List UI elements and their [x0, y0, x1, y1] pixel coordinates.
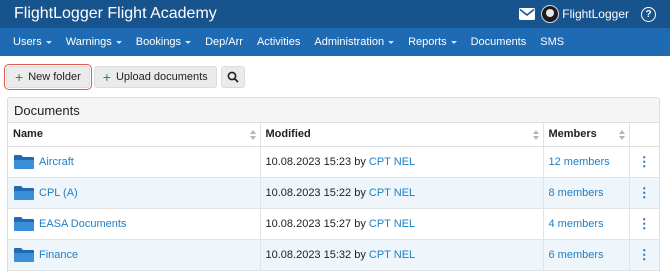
user-area: FlightLogger ?	[519, 4, 656, 24]
nav-item-label: Bookings	[135, 36, 182, 48]
nav-item-administration[interactable]: Administration	[307, 36, 401, 48]
panel-title: Documents	[8, 98, 659, 123]
nav-item-documents[interactable]: Documents	[464, 36, 534, 48]
documents-panel: Documents Name Modified Members Aircraft…	[7, 97, 660, 272]
folder-icon	[14, 185, 34, 200]
row-menu-icon[interactable]: ⋮	[629, 177, 659, 209]
new-folder-label: New folder	[28, 70, 81, 83]
members-cell: 12 members	[543, 146, 630, 178]
name-cell: Finance	[8, 239, 261, 271]
nav-item-warnings[interactable]: Warnings	[59, 36, 129, 48]
search-button[interactable]	[220, 65, 245, 88]
documents-toolbar: + New folder + Upload documents	[4, 63, 249, 90]
nav-item-activities[interactable]: Activities	[250, 36, 307, 48]
search-icon	[227, 71, 239, 83]
table-row[interactable]: EASA Documents 10.08.2023 15:27 by CPT NE…	[8, 208, 659, 240]
new-folder-button[interactable]: + New folder	[4, 63, 92, 90]
name-cell: Aircraft	[8, 146, 261, 178]
nav-item-dep-arr[interactable]: Dep/Arr	[198, 36, 250, 48]
members-cell: 6 members	[543, 239, 630, 271]
app-title[interactable]: FlightLogger Flight Academy	[14, 5, 217, 23]
modified-cell: 10.08.2023 15:23 by CPT NEL	[260, 146, 544, 178]
nav-item-label: Warnings	[65, 36, 112, 48]
column-header-actions	[629, 123, 659, 147]
members-cell: 8 members	[543, 177, 630, 209]
documents-table: Name Modified Members Aircraft 10.08.2023…	[8, 123, 659, 271]
name-cell: EASA Documents	[8, 208, 261, 240]
folder-name-link[interactable]: Finance	[39, 248, 78, 260]
by-label: by	[354, 155, 366, 168]
folder-name-link[interactable]: Aircraft	[39, 155, 74, 167]
members-link[interactable]: 4 members	[549, 218, 604, 230]
column-header-name[interactable]: Name	[8, 123, 261, 147]
nav-item-label: Dep/Arr	[205, 36, 243, 48]
table-row[interactable]: CPL (A) 10.08.2023 15:22 by CPT NEL 8 memb…	[8, 177, 659, 209]
column-header-modified-label: Modified	[265, 128, 311, 141]
folder-icon	[14, 247, 34, 262]
modified-date: 10.08.2023 15:22	[265, 186, 352, 199]
sort-icon	[618, 130, 625, 140]
chevron-down-icon	[115, 40, 122, 44]
main-nav: Users Warnings Bookings Dep/Arr Activities Ad…	[0, 28, 670, 56]
column-header-name-label: Name	[13, 128, 43, 141]
modified-cell: 10.08.2023 15:27 by CPT NEL	[260, 208, 544, 240]
members-link[interactable]: 8 members	[549, 187, 604, 199]
chevron-down-icon	[388, 40, 395, 44]
column-header-members[interactable]: Members	[543, 123, 630, 147]
table-row[interactable]: Aircraft 10.08.2023 15:23 by CPT NEL 12 me…	[8, 146, 659, 178]
table-header-row: Name Modified Members	[8, 123, 659, 147]
nav-item-label: Users	[13, 36, 42, 48]
modified-cell: 10.08.2023 15:32 by CPT NEL	[260, 239, 544, 271]
nav-item-label: SMS	[540, 36, 565, 48]
sort-icon	[532, 130, 539, 140]
nav-item-label: Documents	[470, 36, 527, 48]
nav-item-users[interactable]: Users	[6, 36, 59, 48]
nav-item-label: Administration	[314, 36, 385, 48]
table-row[interactable]: Finance 10.08.2023 15:32 by CPT NEL 6 memb…	[8, 239, 659, 271]
row-menu-icon[interactable]: ⋮	[629, 239, 659, 271]
nav-item-label: Reports	[408, 36, 447, 48]
column-header-members-label: Members	[548, 128, 597, 141]
nav-item-reports[interactable]: Reports	[401, 36, 464, 48]
top-bar: FlightLogger Flight Academy FlightLogger…	[0, 0, 670, 28]
plus-icon: +	[15, 68, 24, 85]
folder-icon	[14, 216, 34, 231]
author-link[interactable]: CPT NEL	[369, 218, 415, 230]
folder-name-link[interactable]: CPL (A)	[39, 186, 78, 198]
members-link[interactable]: 6 members	[549, 249, 604, 261]
author-link[interactable]: CPT NEL	[369, 249, 415, 261]
author-link[interactable]: CPT NEL	[369, 187, 415, 199]
nav-item-sms[interactable]: SMS	[533, 36, 571, 48]
modified-date: 10.08.2023 15:27	[265, 217, 352, 230]
upload-documents-button[interactable]: + Upload documents	[93, 65, 217, 88]
members-cell: 4 members	[543, 208, 630, 240]
chevron-down-icon	[450, 40, 457, 44]
modified-date: 10.08.2023 15:23	[265, 155, 352, 168]
nav-item-label: Activities	[256, 36, 301, 48]
plus-icon: +	[102, 68, 111, 85]
modified-date: 10.08.2023 15:32	[265, 248, 352, 261]
column-header-modified[interactable]: Modified	[260, 123, 544, 147]
by-label: by	[354, 217, 366, 230]
mail-icon[interactable]	[519, 8, 536, 20]
folder-name-link[interactable]: EASA Documents	[39, 217, 126, 229]
folder-icon	[14, 154, 34, 169]
by-label: by	[354, 248, 366, 261]
chevron-down-icon	[185, 40, 192, 44]
avatar[interactable]	[541, 5, 560, 23]
name-cell: CPL (A)	[8, 177, 261, 209]
help-icon[interactable]: ?	[641, 6, 656, 22]
members-link[interactable]: 12 members	[549, 156, 610, 168]
upload-documents-label: Upload documents	[115, 70, 208, 83]
row-menu-icon[interactable]: ⋮	[629, 208, 659, 240]
chevron-down-icon	[45, 40, 52, 44]
user-name[interactable]: FlightLogger	[562, 7, 629, 21]
author-link[interactable]: CPT NEL	[369, 156, 415, 168]
help-glyph: ?	[645, 8, 652, 20]
modified-cell: 10.08.2023 15:22 by CPT NEL	[260, 177, 544, 209]
row-menu-icon[interactable]: ⋮	[629, 146, 659, 178]
by-label: by	[354, 186, 366, 199]
sort-icon	[249, 130, 256, 140]
nav-item-bookings[interactable]: Bookings	[129, 36, 198, 48]
